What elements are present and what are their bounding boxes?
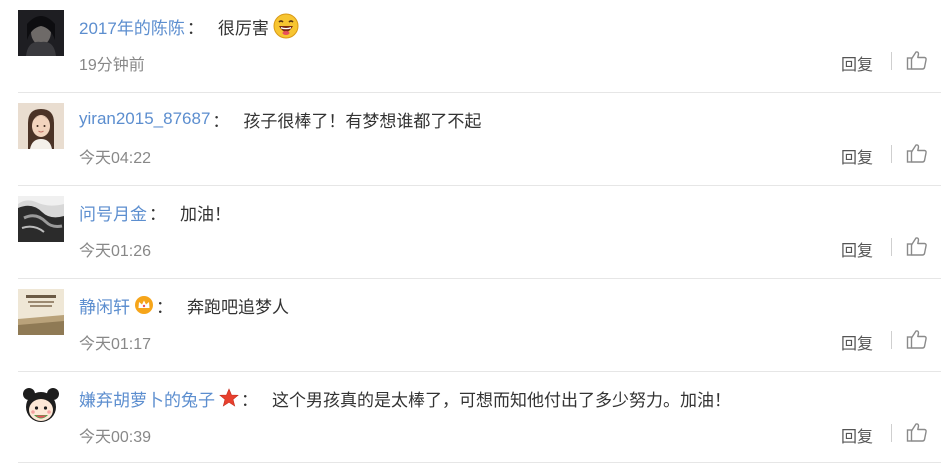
crown-badge-icon <box>134 295 154 315</box>
reply-button[interactable]: 回复 <box>841 51 873 75</box>
user-avatar[interactable] <box>18 10 64 56</box>
colon: ： <box>149 204 166 224</box>
comment-text: 加油！ <box>180 204 231 224</box>
divider <box>891 331 892 349</box>
reply-button[interactable]: 回复 <box>841 330 873 354</box>
comment-list: 2017年的陈陈 ： 很厉害 19分钟前 回复 yiran2015_87687 … <box>0 0 941 463</box>
comment-text: 很厉害 <box>217 18 269 38</box>
colon: ： <box>186 18 204 38</box>
comment-item: 嫌弃胡萝卜的兔子 ： 这个男孩真的是太棒了，可想而知他付出了多少努力。加油！ 今… <box>18 372 941 463</box>
user-avatar[interactable] <box>18 289 64 335</box>
comment-item: 静闲轩 ： 奔跑吧追梦人 今天01:17 回复 <box>18 279 941 372</box>
comment-text: 这个男孩真的是太棒了，可想而知他付出了多少努力。加油！ <box>272 390 731 410</box>
colon: ： <box>156 297 173 317</box>
colon: ： <box>241 390 258 410</box>
avatar-cartoon-girl-icon <box>18 382 64 428</box>
divider <box>891 145 892 163</box>
comment-item: yiran2015_87687 ： 孩子很棒了！有梦想谁都了不起 今天04:22… <box>18 93 941 186</box>
user-avatar[interactable] <box>18 382 64 428</box>
thumbs-up-icon[interactable] <box>906 328 928 350</box>
thumbs-up-icon[interactable] <box>906 49 928 71</box>
avatar-hands-bw-icon <box>18 196 64 242</box>
divider <box>891 424 892 442</box>
thumbs-up-icon[interactable] <box>906 421 928 443</box>
red-star-badge-icon <box>219 388 239 408</box>
comment-time: 19分钟前 <box>79 57 145 74</box>
comment-time: 今天00:39 <box>79 429 152 446</box>
comment-text: 奔跑吧追梦人 <box>187 297 289 317</box>
user-avatar[interactable] <box>18 196 64 242</box>
username-link[interactable]: 嫌弃胡萝卜的兔子 <box>79 386 215 411</box>
thumbs-up-icon[interactable] <box>906 235 928 257</box>
divider <box>891 238 892 256</box>
comment-time: 今天04:22 <box>79 150 152 167</box>
username-link[interactable]: 问号月金 <box>79 200 147 225</box>
reply-button[interactable]: 回复 <box>841 237 873 261</box>
laughing-face-icon <box>273 13 299 39</box>
username-link[interactable]: 静闲轩 <box>79 293 130 318</box>
comment-time: 今天01:26 <box>79 243 152 260</box>
comment-item: 问号月金 ： 加油！ 今天01:26 回复 <box>18 186 941 279</box>
divider <box>891 52 892 70</box>
comment-item: 2017年的陈陈 ： 很厉害 19分钟前 回复 <box>18 0 941 93</box>
avatar-girl-photo-icon <box>18 103 64 149</box>
user-avatar[interactable] <box>18 103 64 149</box>
comment-text: 孩子很棒了！有梦想谁都了不起 <box>243 111 482 131</box>
thumbs-up-icon[interactable] <box>906 142 928 164</box>
avatar-dark-portrait-icon <box>18 10 64 56</box>
avatar-book-cover-icon <box>18 289 64 335</box>
username-link[interactable]: yiran2015_87687 <box>79 109 210 129</box>
comment-time: 今天01:17 <box>79 336 152 353</box>
reply-button[interactable]: 回复 <box>841 144 873 168</box>
colon: ： <box>212 111 230 131</box>
username-link[interactable]: 2017年的陈陈 <box>79 14 185 39</box>
reply-button[interactable]: 回复 <box>841 423 873 447</box>
